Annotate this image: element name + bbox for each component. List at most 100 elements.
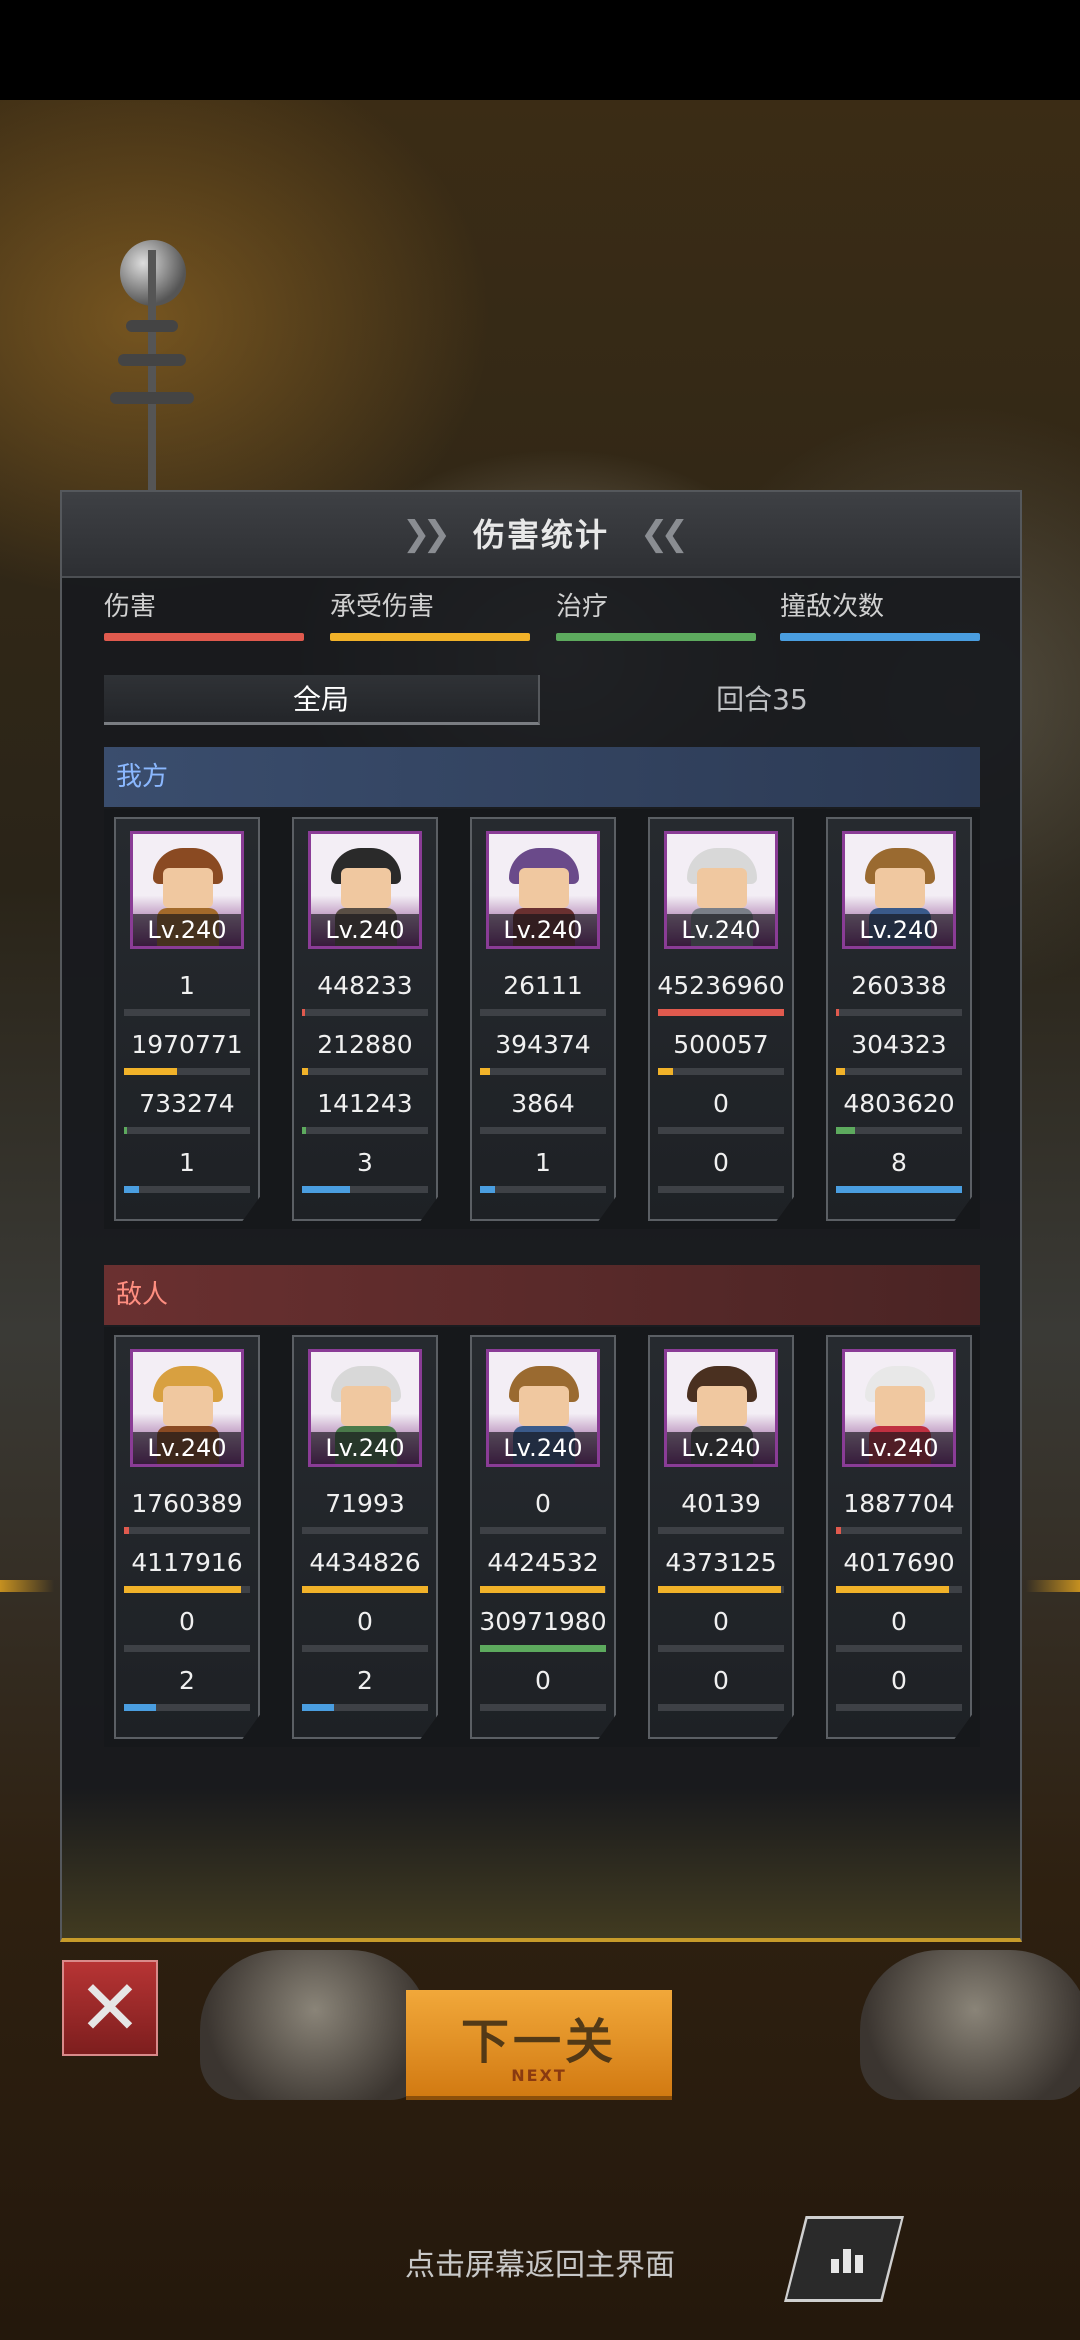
return-home-hint[interactable]: 点击屏幕返回主界面: [0, 2240, 1080, 2284]
enemy-card[interactable]: Lv.240 0 4424532 30971980 0: [470, 1335, 616, 1739]
heal-value: 3864: [511, 1089, 575, 1118]
character-level: Lv.240: [667, 914, 775, 946]
antenna-rung: [110, 392, 194, 404]
heal-value-bar: [658, 1127, 784, 1134]
damage-value: 260338: [851, 971, 947, 1000]
damage-taken-value-bar: [480, 1586, 606, 1593]
damage-taken-value: 212880: [317, 1030, 413, 1059]
collision-count-bar-fill: [836, 1186, 962, 1193]
collision-count-bar-fill: [124, 1186, 140, 1193]
character-level: Lv.240: [311, 914, 419, 946]
damage-taken-value-bar: [124, 1068, 250, 1075]
ally-card[interactable]: Lv.240 45236960 500057 0 0: [648, 817, 794, 1221]
damage-value: 0: [535, 1489, 551, 1518]
damage-taken-value-bar-fill: [836, 1068, 845, 1075]
collision-count: 2: [357, 1666, 373, 1695]
damage-taken-value-bar: [658, 1586, 784, 1593]
character-portrait: Lv.240: [664, 1349, 778, 1467]
damage-taken-value: 4017690: [843, 1548, 955, 1577]
enemy-card[interactable]: Lv.240 1760389 4117916 0 2: [114, 1335, 260, 1739]
sprite-face: [697, 1386, 747, 1426]
damage-stats-panel: ❯❯ 伤害统计 ❮❮ 伤害 承受伤害 治疗 撞敌次数 全局 回合35 我方 Lv…: [60, 490, 1022, 1942]
character-portrait: Lv.240: [308, 831, 422, 949]
damage-taken-value-bar: [836, 1586, 962, 1593]
next-stage-button[interactable]: 下一关 NEXT: [406, 1990, 672, 2100]
enemy-card[interactable]: Lv.240 40139 4373125 0 0: [648, 1335, 794, 1739]
close-button[interactable]: ✕: [62, 1960, 158, 2056]
character-level: Lv.240: [133, 1432, 241, 1464]
collision-count-bar-fill: [480, 1186, 496, 1193]
ally-card[interactable]: Lv.240 26111 394374 3864 1: [470, 817, 616, 1221]
damage-value-bar-fill: [836, 1527, 842, 1534]
legend-collisions: 撞敌次数: [780, 586, 980, 641]
damage-value: 448233: [317, 971, 413, 1000]
sprite-face: [875, 1386, 925, 1426]
damage-taken-value-bar: [124, 1586, 250, 1593]
damage-value: 71993: [325, 1489, 405, 1518]
character-level: Lv.240: [489, 914, 597, 946]
tab-round[interactable]: 回合35: [544, 675, 980, 725]
damage-taken-value-bar-fill: [480, 1586, 605, 1593]
damage-taken-value-bar: [658, 1068, 784, 1075]
character-portrait: Lv.240: [664, 831, 778, 949]
sprite-face: [519, 1386, 569, 1426]
character-portrait: Lv.240: [486, 1349, 600, 1467]
panel-footer-decoration: [62, 1788, 1020, 1938]
collision-count: 2: [179, 1666, 195, 1695]
legend-swatch: [104, 633, 304, 641]
next-stage-sublabel: NEXT: [511, 2066, 567, 2085]
antenna-rung: [126, 320, 178, 332]
enemy-card[interactable]: Lv.240 1887704 4017690 0 0: [826, 1335, 972, 1739]
panel-titlebar: ❯❯ 伤害统计 ❮❮: [62, 492, 1020, 578]
damage-value-bar: [658, 1009, 784, 1016]
collision-count: 1: [535, 1148, 551, 1177]
collision-count-bar-fill: [302, 1186, 350, 1193]
heal-value-bar-fill: [124, 1127, 127, 1134]
tab-overall[interactable]: 全局: [104, 675, 540, 725]
collision-count: 0: [713, 1148, 729, 1177]
damage-value-bar-fill: [302, 1009, 305, 1016]
damage-taken-value-bar-fill: [836, 1586, 950, 1593]
sprite-face: [697, 868, 747, 908]
sprite-face: [341, 868, 391, 908]
damage-taken-value-bar-fill: [124, 1068, 177, 1075]
sprite-face: [163, 1386, 213, 1426]
panel-title: 伤害统计: [472, 516, 609, 554]
chevron-left-icon: ❮❮: [640, 514, 689, 554]
collision-count-bar: [302, 1704, 428, 1711]
legend-heal: 治疗: [556, 586, 756, 641]
damage-value-bar: [836, 1527, 962, 1534]
collision-count-bar: [302, 1186, 428, 1193]
collision-count: 3: [357, 1148, 373, 1177]
sprite-face: [519, 868, 569, 908]
heal-value-bar: [658, 1645, 784, 1652]
damage-taken-value-bar: [302, 1586, 428, 1593]
ally-card[interactable]: Lv.240 1 1970771 733274 1: [114, 817, 260, 1221]
collision-count-bar: [658, 1704, 784, 1711]
collision-count-bar: [124, 1704, 250, 1711]
legend-damage: 伤害: [104, 586, 304, 641]
character-level: Lv.240: [845, 914, 953, 946]
damage-value-bar: [480, 1527, 606, 1534]
legend-swatch: [330, 633, 530, 641]
damage-taken-value-bar-fill: [658, 1068, 674, 1075]
ally-card[interactable]: Lv.240 448233 212880 141243 3: [292, 817, 438, 1221]
bar-chart-icon-bar: [831, 2259, 839, 2273]
collision-count: 0: [535, 1666, 551, 1695]
enemy-cards: Lv.240 1760389 4117916 0 2 Lv.240 71993 4434826…: [104, 1327, 980, 1747]
heal-value-bar: [836, 1645, 962, 1652]
damage-value: 40139: [681, 1489, 761, 1518]
damage-value-bar-fill: [124, 1527, 130, 1534]
collision-count-bar: [124, 1186, 250, 1193]
bar-chart-icon-bar: [855, 2255, 863, 2273]
ally-card[interactable]: Lv.240 260338 304323 4803620 8: [826, 817, 972, 1221]
character-portrait: Lv.240: [486, 831, 600, 949]
damage-taken-value-bar: [480, 1068, 606, 1075]
heal-value-bar: [302, 1645, 428, 1652]
ally-section-header: 我方: [104, 747, 980, 807]
collision-count-bar: [836, 1186, 962, 1193]
legend-swatch: [780, 633, 980, 641]
damage-taken-value-bar-fill: [302, 1068, 309, 1075]
enemy-card[interactable]: Lv.240 71993 4434826 0 2: [292, 1335, 438, 1739]
damage-value-bar: [658, 1527, 784, 1534]
